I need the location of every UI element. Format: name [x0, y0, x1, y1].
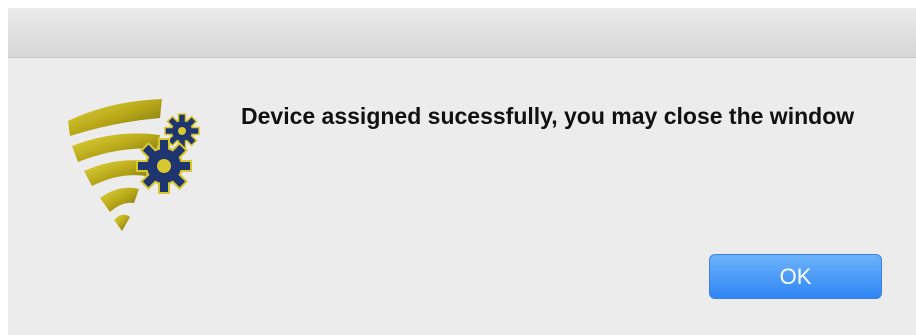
title-bar[interactable] — [8, 8, 916, 58]
alert-dialog: Device assigned sucessfully, you may clo… — [8, 8, 916, 335]
shield-wifi-gears-icon — [64, 96, 214, 236]
dialog-message: Device assigned sucessfully, you may clo… — [241, 103, 855, 129]
ok-button[interactable]: OK — [709, 254, 882, 299]
